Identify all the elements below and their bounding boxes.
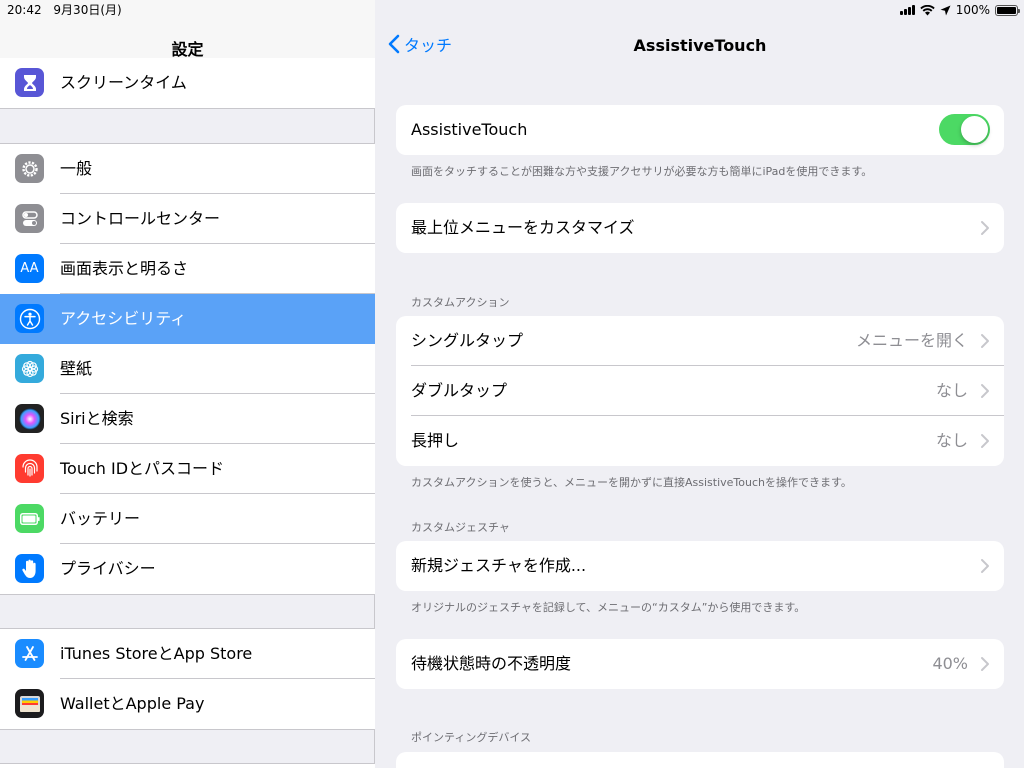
gear-icon xyxy=(15,154,44,183)
sidebar-title: 設定 xyxy=(171,40,204,59)
sidebar-group: スクリーンタイム xyxy=(0,58,375,109)
toggle-footer: 画面をタッチすることが困難な方や支援アクセサリが必要な方も簡単にiPadを使用で… xyxy=(411,165,873,178)
wallet-icon xyxy=(15,689,44,718)
sidebar-item-privacy[interactable]: プライバシー xyxy=(0,544,375,594)
sidebar-item-display-brightness[interactable]: AA 画面表示と明るさ xyxy=(0,244,375,294)
idle-opacity-card: 待機状態時の不透明度 40% xyxy=(396,639,1004,689)
sidebar-item-label: Touch IDとパスコード xyxy=(60,459,225,478)
customize-top-menu-label: 最上位メニューをカスタマイズ xyxy=(411,218,635,237)
double-tap-row[interactable]: ダブルタップ なし xyxy=(396,366,1004,416)
status-time: 20:42 xyxy=(7,3,42,17)
chevron-right-icon xyxy=(981,657,989,671)
sidebar-group: 一般 コントロールセンター AA 画面表示と明るさ アクセシビリティ 壁紙 Si… xyxy=(0,143,375,595)
assistivetouch-toggle[interactable] xyxy=(939,114,990,145)
sidebar-item-siri-search[interactable]: Siriと検索 xyxy=(0,394,375,444)
long-press-row[interactable]: 長押し なし xyxy=(396,416,1004,466)
assistivetouch-panel: タッチ AssistiveTouch AssistiveTouch 画面をタッチ… xyxy=(376,0,1024,768)
custom-actions-card: シングルタップ メニューを開く ダブルタップ なし 長押し なし xyxy=(396,316,1004,466)
sidebar-item-label: 一般 xyxy=(60,159,93,178)
single-tap-label: シングルタップ xyxy=(411,331,524,350)
sidebar-item-label: バッテリー xyxy=(60,509,141,528)
sidebar-item-control-center[interactable]: コントロールセンター xyxy=(0,194,375,244)
sidebar-item-label: Siriと検索 xyxy=(60,409,134,428)
custom-actions-header: カスタムアクション xyxy=(411,296,510,309)
app-store-icon xyxy=(15,639,44,668)
sidebar-item-label: 壁紙 xyxy=(60,359,93,378)
sidebar-item-label: アクセシビリティ xyxy=(60,309,187,328)
chevron-right-icon xyxy=(981,559,989,573)
status-date: 9月30日(月) xyxy=(53,3,122,17)
flower-icon xyxy=(15,354,44,383)
create-new-gesture-row[interactable]: 新規ジェスチャを作成... xyxy=(396,541,1004,591)
battery-icon xyxy=(15,504,44,533)
accessibility-icon xyxy=(15,304,44,333)
customize-menu-card: 最上位メニューをカスタマイズ xyxy=(396,203,1004,253)
customize-top-menu-row[interactable]: 最上位メニューをカスタマイズ xyxy=(396,203,1004,253)
custom-actions-footer: カスタムアクションを使うと、メニューを開かずに直接AssistiveTouchを… xyxy=(411,476,852,489)
custom-gestures-footer: オリジナルのジェスチャを記録して、メニューの“カスタム”から使用できます。 xyxy=(411,601,806,614)
text-size-icon: AA xyxy=(15,254,44,283)
wifi-icon xyxy=(919,4,935,15)
sidebar-item-label: WalletとApple Pay xyxy=(60,694,205,713)
hand-icon xyxy=(15,554,44,583)
pointing-devices-header: ポインティングデバイス xyxy=(411,731,532,744)
create-new-gesture-label: 新規ジェスチャを作成... xyxy=(411,556,587,575)
battery-icon xyxy=(995,4,1020,16)
chevron-right-icon xyxy=(981,434,989,448)
chevron-right-icon xyxy=(981,221,989,235)
settings-sidebar: 設定 スクリーンタイム 一般 コントロールセンター AA 画面表示と明るさ アク… xyxy=(0,0,375,768)
toggles-icon xyxy=(15,204,44,233)
sidebar-item-touch-id[interactable]: Touch IDとパスコード xyxy=(0,444,375,494)
single-tap-value: メニューを開く xyxy=(855,331,968,350)
long-press-value: なし xyxy=(935,431,968,450)
battery-percentage: 100% xyxy=(955,3,990,17)
status-bar-left: 20:42 9月30日(月) xyxy=(7,2,130,18)
sidebar-item-accessibility[interactable]: アクセシビリティ xyxy=(0,294,375,344)
long-press-label: 長押し xyxy=(411,431,460,450)
double-tap-value: なし xyxy=(935,381,968,400)
double-tap-label: ダブルタップ xyxy=(411,381,508,400)
cellular-signal-icon xyxy=(899,5,915,15)
sidebar-item-label: スクリーンタイム xyxy=(60,73,187,92)
fingerprint-icon xyxy=(15,454,44,483)
custom-gestures-header: カスタムジェスチャ xyxy=(411,521,510,534)
idle-opacity-label: 待機状態時の不透明度 xyxy=(411,654,572,673)
assistivetouch-toggle-row: AssistiveTouch xyxy=(396,105,1004,155)
assistivetouch-toggle-card: AssistiveTouch xyxy=(396,105,1004,155)
status-bar-right: 100% xyxy=(899,2,1020,18)
sidebar-group xyxy=(0,763,375,768)
sidebar-item-app-store[interactable]: iTunes StoreとApp Store xyxy=(0,629,375,679)
idle-opacity-row[interactable]: 待機状態時の不透明度 40% xyxy=(396,639,1004,689)
sidebar-item-label: iTunes StoreとApp Store xyxy=(60,644,253,663)
location-icon xyxy=(940,5,951,15)
siri-icon xyxy=(15,404,44,433)
sidebar-item-screen-time[interactable]: スクリーンタイム xyxy=(0,58,375,108)
idle-opacity-value: 40% xyxy=(932,654,968,673)
sidebar-item-wallet[interactable]: WalletとApple Pay xyxy=(0,679,375,729)
sidebar-item-wallpaper[interactable]: 壁紙 xyxy=(0,344,375,394)
chevron-right-icon xyxy=(981,334,989,348)
sidebar-item-label: プライバシー xyxy=(60,559,156,578)
sidebar-item-label: 画面表示と明るさ xyxy=(60,259,189,278)
assistivetouch-label: AssistiveTouch xyxy=(411,120,528,139)
sidebar-item-label: コントロールセンター xyxy=(60,209,221,228)
chevron-right-icon xyxy=(981,384,989,398)
single-tap-row[interactable]: シングルタップ メニューを開く xyxy=(396,316,1004,366)
sidebar-item-general[interactable]: 一般 xyxy=(0,144,375,194)
pointing-devices-card xyxy=(396,752,1004,768)
custom-gestures-card: 新規ジェスチャを作成... xyxy=(396,541,1004,591)
sidebar-group: iTunes StoreとApp Store WalletとApple Pay xyxy=(0,628,375,730)
sidebar-item-battery[interactable]: バッテリー xyxy=(0,494,375,544)
page-title: AssistiveTouch xyxy=(633,36,767,55)
hourglass-icon xyxy=(15,68,44,97)
